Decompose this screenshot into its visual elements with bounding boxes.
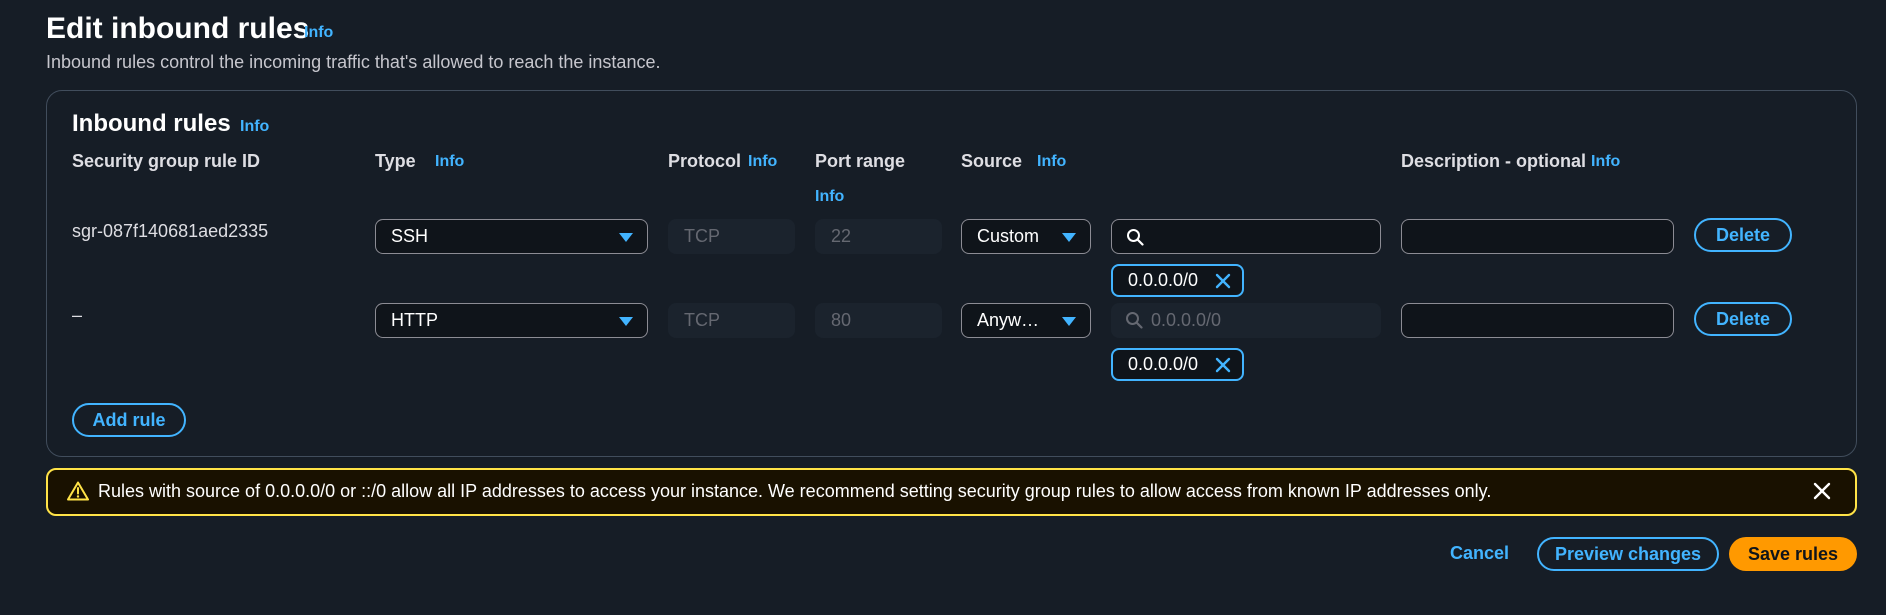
protocol-info-link[interactable]: Info [748,153,777,171]
protocol-field: TCP [668,219,795,254]
column-header-source: Source [961,151,1023,171]
caret-down-icon [619,233,633,242]
cidr-token-label: 0.0.0.0/0 [1128,270,1199,290]
remove-token-icon[interactable] [1214,356,1232,374]
type-select-http[interactable]: HTTP [375,303,648,338]
delete-rule-button[interactable]: Delete [1694,302,1792,336]
cancel-button[interactable]: Cancel [1450,543,1509,564]
description-input[interactable] [1401,303,1674,338]
inbound-rules-panel [46,90,1857,457]
column-header-port-range: Port range [815,151,906,171]
edit-inbound-rules-page: Edit inbound rules Info Inbound rules co… [0,0,1886,615]
panel-title: Inbound rules [72,110,231,137]
source-select-anywhere[interactable]: Anyw… [961,303,1091,338]
panel-info-link[interactable]: Info [240,118,269,136]
source-select-custom[interactable]: Custom [961,219,1091,254]
port-range-field: 22 [815,219,942,254]
rule-id-cell: sgr-087f140681aed2335 [72,221,269,241]
cidr-token: 0.0.0.0/0 [1111,264,1244,297]
add-rule-button[interactable]: Add rule [72,403,186,437]
port-range-field: 80 [815,303,942,338]
page-title-info-link[interactable]: Info [304,24,333,42]
column-header-description: Description - optional [1401,151,1587,171]
cidr-token-label: 0.0.0.0/0 [1128,354,1199,374]
source-select-value: Anyw… [977,310,1040,330]
caret-down-icon [1062,233,1076,242]
cidr-search-input[interactable] [1111,219,1381,254]
column-header-rule-id: Security group rule ID [72,151,261,171]
type-select-ssh[interactable]: SSH [375,219,648,254]
search-icon [1126,312,1143,329]
remove-token-icon[interactable] [1214,272,1232,290]
caret-down-icon [1062,317,1076,326]
column-header-type: Type [375,151,416,171]
cidr-search-placeholder: 0.0.0.0/0 [1151,310,1222,330]
port-range-info-link[interactable]: Info [815,188,844,206]
type-info-link[interactable]: Info [435,153,464,171]
cidr-search-input-disabled: 0.0.0.0/0 [1111,303,1381,338]
search-icon [1127,229,1144,246]
page-title-text: Edit inbound rules [46,12,310,45]
caret-down-icon [619,317,633,326]
source-select-value: Custom [977,226,1040,246]
delete-rule-button[interactable]: Delete [1694,218,1792,252]
warning-text: Rules with source of 0.0.0.0/0 or ::/0 a… [98,481,1492,501]
preview-changes-button[interactable]: Preview changes [1537,537,1719,571]
rule-id-cell: – [72,305,83,325]
source-info-link[interactable]: Info [1037,153,1066,171]
page-title: Edit inbound rules [46,12,309,46]
type-select-value: SSH [391,226,429,246]
description-info-link[interactable]: Info [1591,153,1620,171]
page-description: Inbound rules control the incoming traff… [46,52,661,72]
warning-triangle-icon [67,481,89,501]
save-rules-button[interactable]: Save rules [1729,537,1857,571]
cidr-token: 0.0.0.0/0 [1111,348,1244,381]
protocol-field: TCP [668,303,795,338]
close-icon[interactable] [1813,482,1831,500]
description-input[interactable] [1401,219,1674,254]
column-header-protocol: Protocol [668,151,742,171]
type-select-value: HTTP [391,310,438,330]
